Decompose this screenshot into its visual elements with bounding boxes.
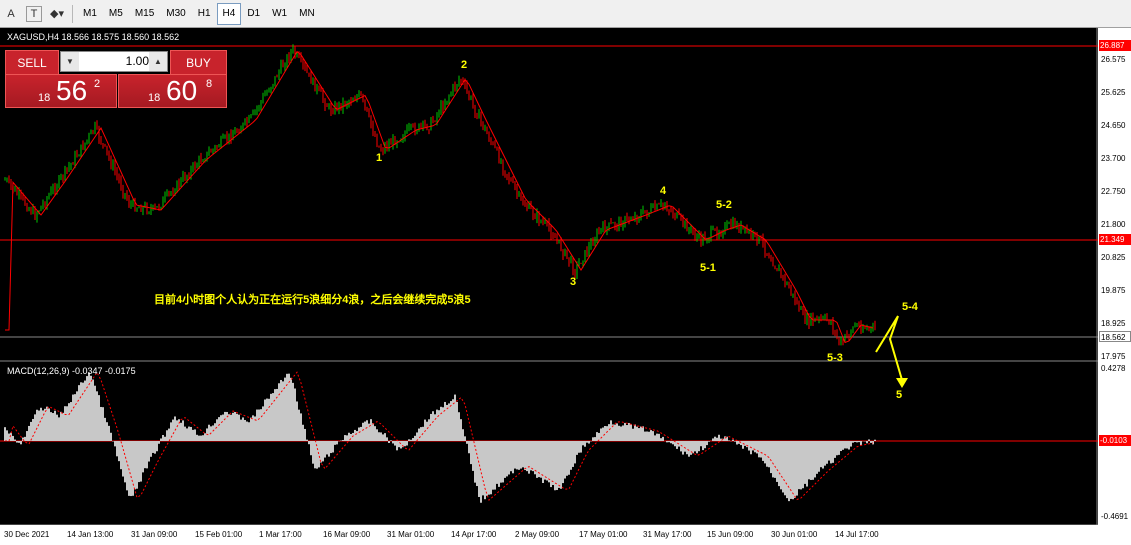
text-tool-icon[interactable]: A [0,3,22,25]
time-tick: 14 Jan 13:00 [67,530,114,539]
price-tick: 17.975 [1101,352,1126,361]
price-tick: 19.875 [1101,286,1126,295]
time-tick: 30 Dec 2021 [4,530,50,539]
chart-toolbar: A T ◆▾ M1 M5 M15 M30 H1 H4 D1 W1 MN [0,0,1131,28]
timeframe-h4[interactable]: H4 [216,2,242,25]
timeframe-m1[interactable]: M1 [77,3,103,25]
time-tick: 15 Feb 01:00 [195,530,243,539]
timeframe-m15[interactable]: M15 [129,3,160,25]
analysis-annotation: 目前4小时图个人认为正在运行5浪细分4浪，之后会继续完成5浪5 [154,294,471,306]
time-tick: 2 May 09:00 [515,530,560,539]
time-tick: 16 Mar 09:00 [323,530,371,539]
wave-label-1: 1 [376,152,383,164]
price-tick: 23.700 [1101,154,1126,163]
price-tick: 22.750 [1101,187,1126,196]
lot-size-field[interactable]: ▼ 1.00 ▲ [60,51,168,72]
lot-decrease-icon[interactable]: ▼ [61,52,79,71]
high-level-badge: 26.887 [1099,40,1131,51]
horizontal-level-badge: 21.349 [1099,234,1131,245]
sell-price-main: 56 [56,75,88,106]
buy-price-prefix: 18 [148,92,161,104]
macd-max-label: 0.4278 [1101,364,1126,373]
macd-indicator-label: MACD(12,26,9) -0.0347 -0.0175 [7,366,136,376]
price-tick: 21.800 [1101,220,1126,229]
time-tick: 14 Jul 17:00 [835,530,879,539]
price-tick: 18.925 [1101,319,1126,328]
timeframe-h1[interactable]: H1 [192,3,217,25]
projection-path [875,315,903,381]
time-tick: 31 May 17:00 [643,530,692,539]
wave-label-5-2: 5-2 [716,199,732,211]
time-tick: 15 Jun 09:00 [707,530,754,539]
timeframe-d1[interactable]: D1 [241,3,266,25]
sell-price-fraction: 2 [94,78,101,90]
label-tool-icon[interactable]: T [26,5,42,22]
buy-button[interactable]: BUY [170,50,227,75]
wave-label-3: 3 [570,276,577,288]
macd-histogram [4,372,876,503]
shapes-menu-icon[interactable]: ◆▾ [46,3,68,25]
time-tick: 1 Mar 17:00 [259,530,302,539]
timeframe-mn[interactable]: MN [293,3,321,25]
wave-label-5: 5 [896,389,903,401]
sell-button[interactable]: SELL [5,50,59,75]
price-tick: 26.575 [1101,55,1126,64]
buy-price-main: 60 [166,75,198,106]
wave-label-5-4: 5-4 [902,301,918,313]
time-tick: 17 May 01:00 [579,530,628,539]
macd-min-label: -0.4691 [1101,512,1129,521]
price-tick: 25.625 [1101,88,1126,97]
current-price-badge: 18.562 [1099,331,1131,342]
time-tick: 14 Apr 17:00 [451,530,497,539]
lot-size-value[interactable]: 1.00 [81,52,149,71]
price-tick: 20.825 [1101,253,1126,262]
wave-label-4: 4 [660,185,667,197]
sell-price-box[interactable]: 18 56 2 [5,74,117,108]
time-tick: 31 Mar 01:00 [387,530,435,539]
sell-price-prefix: 18 [38,92,51,104]
buy-price-fraction: 8 [206,78,213,90]
time-tick: 31 Jan 09:00 [131,530,178,539]
lot-increase-icon[interactable]: ▲ [149,52,167,71]
timeframe-m5[interactable]: M5 [103,3,129,25]
price-tick: 24.650 [1101,121,1126,130]
buy-price-box[interactable]: 18 60 8 [118,74,227,108]
time-tick: 30 Jun 01:00 [771,530,818,539]
wave-label-5-1: 5-1 [700,262,716,274]
wave-label-2: 2 [461,59,468,71]
toolbar-separator [72,4,73,23]
timeframe-m30[interactable]: M30 [160,3,191,25]
macd-zero-badge: -0.0103 [1099,435,1131,446]
symbol-info: XAGUSD,H4 18.566 18.575 18.560 18.562 [7,32,180,42]
projection-arrowhead [896,378,908,388]
timeframe-w1[interactable]: W1 [266,3,293,25]
wave-label-5-3: 5-3 [827,352,843,364]
